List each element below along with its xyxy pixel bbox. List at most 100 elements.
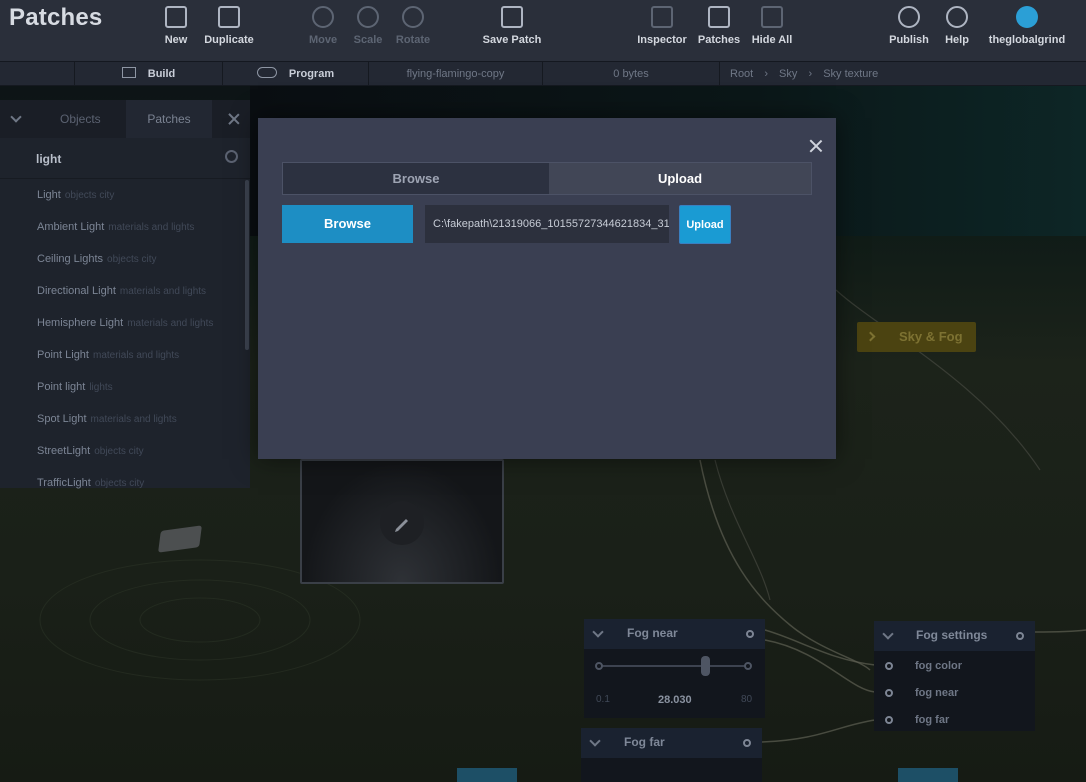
chevron-right-icon: › [808,68,813,80]
hide-all-label: Hide All [751,34,793,46]
chevron-right-icon [865,331,876,342]
list-item[interactable]: Point Light materials and lights [37,349,179,361]
item-name: Point Light [37,349,89,361]
app-title: Patches [9,4,103,31]
list-item[interactable]: Point light lights [37,381,113,393]
breadcrumb-sky[interactable]: Sky [779,68,797,80]
scale-icon [357,6,379,28]
item-category: objects city [94,478,145,489]
rotate-button[interactable]: Rotate [378,6,448,46]
save-patch-icon [501,6,523,28]
item-category: materials and lights [119,286,207,297]
slider-max: 80 [741,694,753,705]
avatar [1016,6,1038,28]
list-item[interactable]: Directional Light materials and lights [37,285,206,297]
top-toolbar: Patches New Duplicate Move Scale Rotate … [0,0,1086,62]
list-item[interactable]: Light objects city [37,189,114,201]
upload-button[interactable]: Upload [679,205,731,244]
program-label: Program [288,68,335,80]
user-menu[interactable]: theglobalgrind [984,6,1070,46]
item-name: Spot Light [37,413,87,425]
fog-far-node[interactable]: Fog far [581,728,762,782]
build-icon [121,67,136,78]
new-icon [165,6,187,28]
item-category: materials and lights [108,222,195,233]
slider-track[interactable] [599,665,749,667]
program-tab[interactable]: Program [222,62,368,86]
patches-icon [708,6,730,28]
help-label: Help [945,34,969,46]
output-port[interactable] [743,739,751,747]
program-icon [256,67,277,78]
fog-settings-node[interactable]: Fog settings fog color fog near fog far [874,621,1035,731]
file-path-field[interactable]: C:\fakepath\21319066_10155727344621834_3… [425,205,669,243]
item-name: Light [37,189,61,201]
library-search-input[interactable]: light [36,152,61,166]
library-scrollbar[interactable] [245,180,249,350]
status-bar: Build Program flying-flamingo-copy 0 byt… [0,62,1086,86]
item-category: objects city [64,190,115,201]
library-tabs: Objects Patches [0,100,250,138]
hide-all-icon [761,6,783,28]
bottom-tab[interactable] [898,768,958,782]
breadcrumb-sky-texture[interactable]: Sky texture [823,68,878,80]
tab-upload[interactable]: Upload [549,163,811,194]
close-icon[interactable] [808,138,824,154]
output-port[interactable] [1016,632,1024,640]
input-port[interactable] [885,716,893,724]
inspector-icon [651,6,673,28]
port-label: fog near [915,687,959,699]
item-name: Hemisphere Light [37,317,124,329]
item-category: lights [89,382,113,393]
item-category: objects city [107,254,157,265]
username: theglobalgrind [988,34,1066,46]
tab-patches[interactable]: Patches [126,100,212,138]
save-patch-button[interactable]: Save Patch [477,6,547,46]
list-item[interactable]: TrafficLight objects city [37,477,144,489]
slider-value[interactable]: 28.030 [658,694,692,706]
list-item[interactable]: Hemisphere Light materials and lights [37,317,213,329]
divider [0,178,250,179]
list-item[interactable]: StreetLight objects city [37,445,144,457]
item-category: materials and lights [92,350,180,361]
item-name: TrafficLight [37,477,91,489]
tab-objects[interactable]: Objects [60,100,101,138]
slider-max-handle [744,662,752,670]
browse-button[interactable]: Browse [282,205,413,243]
project-name[interactable]: flying-flamingo-copy [368,62,542,86]
node-header[interactable] [581,728,762,758]
globe-icon [898,6,920,28]
search-icon[interactable] [225,150,238,163]
duplicate-button[interactable]: Duplicate [194,6,264,46]
list-item[interactable]: Ceiling Lights objects city [37,253,157,265]
info-icon [946,6,968,28]
fog-settings-title: Fog settings [916,628,988,642]
output-port[interactable] [746,630,754,638]
rotate-icon [402,6,424,28]
fog-near-node[interactable]: Fog near 0.1 28.030 80 [584,619,765,718]
breadcrumb-root[interactable]: Root [730,68,753,80]
item-name: Ceiling Lights [37,253,104,265]
edit-texture-button[interactable] [380,501,424,545]
close-icon[interactable] [227,112,241,126]
hide-all-button[interactable]: Hide All [737,6,807,46]
breadcrumb: Root › Sky › Sky texture [719,62,1086,86]
chevron-right-icon: › [764,68,768,80]
tab-browse[interactable]: Browse [283,163,549,194]
build-tab[interactable]: Build [74,62,222,86]
help-button[interactable]: Help [922,6,992,46]
slider-min-handle [595,662,603,670]
input-port[interactable] [885,662,893,670]
item-category: materials and lights [90,414,177,425]
list-item[interactable]: Spot Light materials and lights [37,413,177,425]
save-patch-label: Save Patch [482,34,542,46]
input-port[interactable] [885,689,893,697]
slider-thumb[interactable] [701,656,710,676]
project-size: 0 bytes [542,62,719,86]
list-item[interactable]: Ambient Light materials and lights [37,221,194,233]
fog-near-title: Fog near [627,626,678,640]
bottom-tab[interactable] [457,768,517,782]
dialog-tabs: Browse Upload [282,162,812,195]
collapse-icon[interactable] [10,111,22,123]
move-icon [312,6,334,28]
